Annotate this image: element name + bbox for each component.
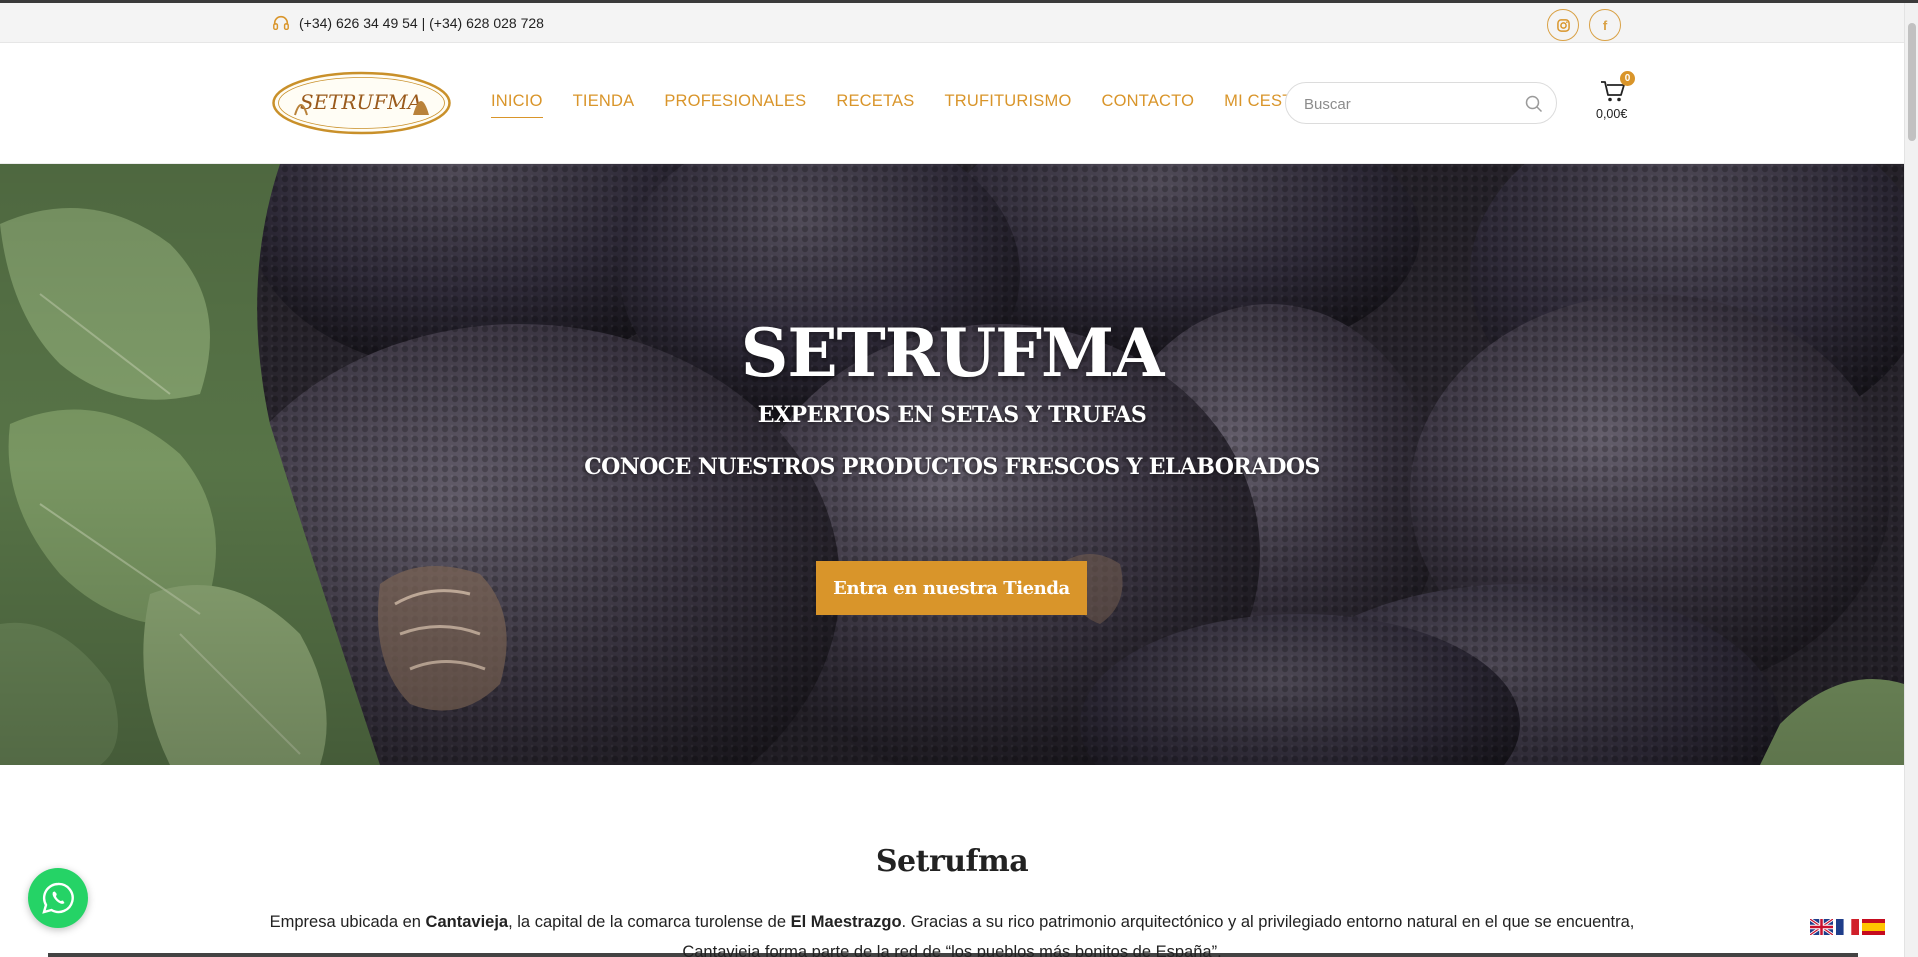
cart-total: 0,00€ — [1596, 107, 1628, 121]
scrollbar-thumb[interactable] — [1908, 23, 1916, 141]
facebook-link[interactable]: f — [1589, 9, 1621, 41]
english-flag[interactable] — [1810, 919, 1833, 935]
svg-text:SETRUFMA: SETRUFMA — [300, 90, 422, 114]
about-text-part: , la capital de la comarca turolense de — [508, 913, 791, 931]
window-bottom-edge — [48, 953, 1858, 957]
phone-numbers: (+34) 626 34 49 54 | (+34) 628 028 728 — [299, 15, 544, 31]
language-switcher — [1810, 919, 1885, 935]
search-icon[interactable] — [1525, 95, 1543, 113]
hero-text: SETRUFMA EXPERTOS EN SETAS Y TRUFAS CONO… — [0, 164, 1904, 765]
setrufma-logo[interactable]: SETRUFMA — [271, 71, 452, 135]
facebook-icon: f — [1602, 17, 1608, 33]
instagram-link[interactable] — [1547, 9, 1579, 41]
hero-banner: SETRUFMA EXPERTOS EN SETAS Y TRUFAS CONO… — [0, 164, 1904, 765]
about-town-name: Cantavieja — [425, 913, 509, 931]
site-header: SETRUFMA INICIO TIENDA PROFESIONALES REC… — [0, 43, 1904, 164]
phone-contact: (+34) 626 34 49 54 | (+34) 628 028 728 — [272, 14, 544, 32]
hero-title: SETRUFMA — [740, 314, 1165, 392]
nav-trufiturismo[interactable]: TRUFITURISMO — [944, 92, 1071, 111]
nav-tienda[interactable]: TIENDA — [573, 92, 635, 111]
about-paragraph: Empresa ubicada en Cantavieja, la capita… — [230, 907, 1674, 957]
french-flag[interactable] — [1836, 919, 1859, 935]
cart-widget[interactable]: 0 0,00€ — [1590, 71, 1640, 127]
instagram-icon — [1556, 18, 1570, 32]
search-box — [1285, 82, 1557, 124]
about-region-name: El Maestrazgo — [790, 913, 902, 931]
whatsapp-icon — [42, 882, 74, 914]
nav-recetas[interactable]: RECETAS — [836, 92, 914, 111]
whatsapp-button[interactable] — [28, 868, 88, 928]
about-text-part: Empresa ubicada en — [269, 913, 426, 931]
about-title: Setrufma — [875, 844, 1029, 879]
about-text-part: . Gracias a su rico patrimonio arquitect… — [901, 913, 1635, 931]
top-bar: (+34) 626 34 49 54 | (+34) 628 028 728 f — [0, 3, 1904, 43]
nav-profesionales[interactable]: PROFESIONALES — [664, 92, 806, 111]
headset-icon — [273, 15, 289, 31]
hero-subtitle: EXPERTOS EN SETAS Y TRUFAS — [757, 402, 1147, 428]
nav-contacto[interactable]: CONTACTO — [1102, 92, 1195, 111]
main-nav: INICIO TIENDA PROFESIONALES RECETAS TRUF… — [491, 92, 1332, 118]
shop-cta-button[interactable]: Entra en nuestra Tienda — [816, 561, 1087, 615]
spanish-flag[interactable] — [1862, 919, 1885, 935]
hero-tagline: CONOCE NUESTROS PRODUCTOS FRESCOS Y ELAB… — [584, 454, 1320, 480]
search-input[interactable] — [1304, 93, 1514, 115]
nav-inicio[interactable]: INICIO — [491, 92, 543, 118]
page-scrollbar[interactable] — [1904, 3, 1918, 957]
cart-count-badge: 0 — [1620, 71, 1635, 86]
